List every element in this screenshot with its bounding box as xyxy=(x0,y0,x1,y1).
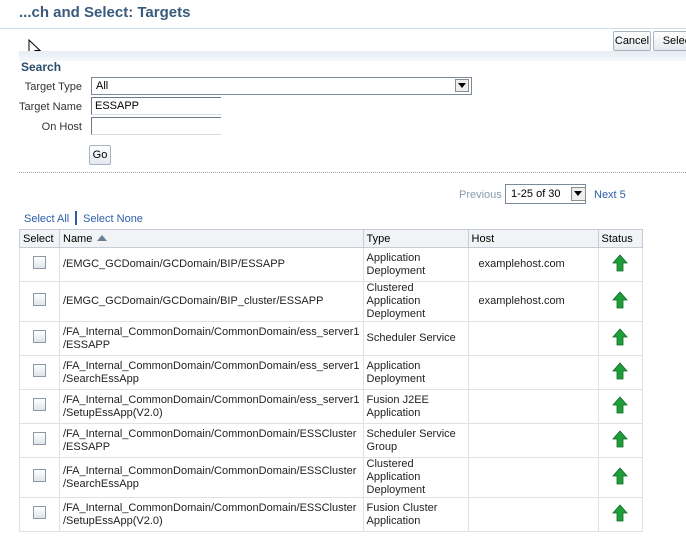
pager-next-link[interactable]: Next 5 xyxy=(594,189,626,201)
chevron-down-icon[interactable] xyxy=(455,79,469,92)
row-checkbox[interactable] xyxy=(33,293,46,306)
column-header-name-label: Name xyxy=(63,232,93,245)
pager-range-select[interactable]: 1-25 of 30 xyxy=(505,184,586,204)
select-none-link[interactable]: Select None xyxy=(83,213,143,225)
row-checkbox[interactable] xyxy=(33,330,46,343)
status-up-arrow-icon xyxy=(612,327,628,345)
page-title: ...ch and Select: Targets xyxy=(19,4,191,21)
row-select-cell xyxy=(19,423,60,458)
row-checkbox[interactable] xyxy=(33,432,46,445)
row-type: Scheduler Service xyxy=(362,321,469,356)
row-type: Fusion Cluster Application xyxy=(362,497,469,532)
table-row[interactable]: /FA_Internal_CommonDomain/CommonDomain/E… xyxy=(19,457,643,498)
row-host xyxy=(467,389,599,424)
row-host xyxy=(467,457,599,498)
search-heading: Search xyxy=(21,60,62,74)
status-up-arrow-icon xyxy=(612,361,628,379)
row-select-cell xyxy=(19,457,60,498)
status-up-arrow-icon xyxy=(612,503,628,521)
target-type-value: All xyxy=(96,80,109,92)
row-host xyxy=(467,423,599,458)
row-name: /FA_Internal_CommonDomain/CommonDomain/e… xyxy=(59,321,364,356)
row-checkbox[interactable] xyxy=(33,398,46,411)
target-name-label: Target Name xyxy=(19,101,82,113)
row-status xyxy=(597,355,643,390)
search-section-band xyxy=(19,51,686,61)
on-host-input[interactable] xyxy=(91,117,221,135)
row-checkbox[interactable] xyxy=(33,506,46,519)
row-host xyxy=(467,355,599,390)
status-up-arrow-icon xyxy=(612,395,628,413)
cancel-button[interactable]: Cancel xyxy=(613,31,651,51)
row-name: /FA_Internal_CommonDomain/CommonDomain/e… xyxy=(59,389,364,424)
row-type: Application Deployment xyxy=(362,355,469,390)
row-status xyxy=(597,247,643,282)
row-type: Application Deployment xyxy=(362,247,469,282)
on-host-label: On Host xyxy=(41,121,82,133)
row-type: Clustered Application Deployment xyxy=(362,457,469,498)
select-button[interactable]: Select xyxy=(653,31,686,51)
table-header-row: Select Name Type Host Status xyxy=(19,229,643,248)
pager-range-value: 1-25 of 30 xyxy=(511,188,561,200)
table-row[interactable]: /FA_Internal_CommonDomain/CommonDomain/E… xyxy=(19,423,643,458)
table-row[interactable]: /EMGC_GCDomain/GCDomain/BIP/ESSAPP Applic… xyxy=(19,247,643,282)
results-table: Select Name Type Host Status /EMGC_GCDom… xyxy=(19,229,643,532)
status-up-arrow-icon xyxy=(612,253,628,271)
table-row[interactable]: /FA_Internal_CommonDomain/CommonDomain/e… xyxy=(19,355,643,390)
row-select-cell xyxy=(19,281,60,322)
row-name: /FA_Internal_CommonDomain/CommonDomain/e… xyxy=(59,355,364,390)
row-host: examplehost.com xyxy=(467,281,599,322)
row-host xyxy=(467,321,599,356)
row-checkbox[interactable] xyxy=(33,469,46,482)
select-all-link[interactable]: Select All xyxy=(24,213,69,225)
column-header-name[interactable]: Name xyxy=(59,229,364,248)
table-row[interactable]: /EMGC_GCDomain/GCDomain/BIP_cluster/ESSA… xyxy=(19,281,643,322)
row-host xyxy=(467,497,599,532)
row-type: Fusion J2EE Application xyxy=(362,389,469,424)
target-type-select[interactable]: All xyxy=(91,77,472,95)
row-name: /FA_Internal_CommonDomain/CommonDomain/E… xyxy=(59,457,364,498)
row-select-cell xyxy=(19,321,60,356)
link-separator xyxy=(75,211,77,225)
row-select-cell xyxy=(19,389,60,424)
row-type: Scheduler Service Group xyxy=(362,423,469,458)
pager-previous: Previous xyxy=(459,189,502,201)
table-row[interactable]: /FA_Internal_CommonDomain/CommonDomain/e… xyxy=(19,389,643,424)
chevron-down-icon[interactable] xyxy=(571,187,586,201)
row-name: /EMGC_GCDomain/GCDomain/BIP/ESSAPP xyxy=(59,247,364,282)
table-row[interactable]: /FA_Internal_CommonDomain/CommonDomain/e… xyxy=(19,321,643,356)
go-button[interactable]: Go xyxy=(89,145,111,165)
status-up-arrow-icon xyxy=(612,290,628,308)
row-select-cell xyxy=(19,497,60,532)
target-type-label: Target Type xyxy=(24,81,82,93)
column-header-host: Host xyxy=(467,229,599,248)
status-up-arrow-icon xyxy=(612,466,628,484)
row-select-cell xyxy=(19,355,60,390)
sort-ascending-icon[interactable] xyxy=(97,234,108,241)
row-status xyxy=(597,457,643,498)
column-header-select: Select xyxy=(19,229,60,248)
row-status xyxy=(597,497,643,532)
row-status xyxy=(597,281,643,322)
row-checkbox[interactable] xyxy=(33,364,46,377)
row-type: Clustered Application Deployment xyxy=(362,281,469,322)
row-name: /EMGC_GCDomain/GCDomain/BIP_cluster/ESSA… xyxy=(59,281,364,322)
row-status xyxy=(597,389,643,424)
section-divider xyxy=(19,172,686,173)
status-up-arrow-icon xyxy=(612,429,628,447)
table-row[interactable]: /FA_Internal_CommonDomain/CommonDomain/E… xyxy=(19,497,643,532)
row-status xyxy=(597,321,643,356)
row-status xyxy=(597,423,643,458)
header-divider xyxy=(0,28,686,29)
column-header-type: Type xyxy=(362,229,469,248)
row-host: examplehost.com xyxy=(467,247,599,282)
row-name: /FA_Internal_CommonDomain/CommonDomain/E… xyxy=(59,497,364,532)
row-checkbox[interactable] xyxy=(33,256,46,269)
column-header-status: Status xyxy=(597,229,643,248)
row-name: /FA_Internal_CommonDomain/CommonDomain/E… xyxy=(59,423,364,458)
row-select-cell xyxy=(19,247,60,282)
target-name-input[interactable] xyxy=(91,97,221,115)
